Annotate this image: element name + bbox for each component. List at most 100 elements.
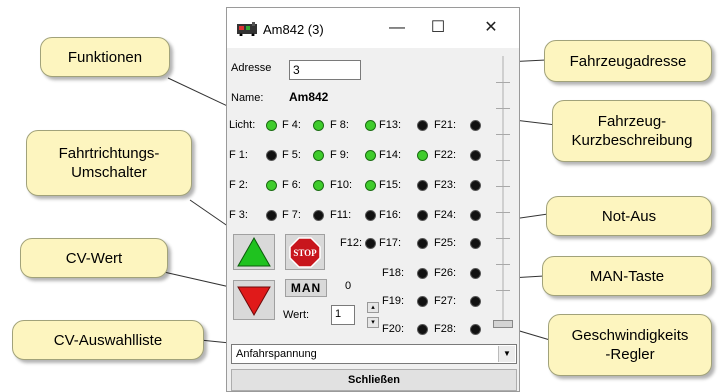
cv-selection-dropdown[interactable]: Anfahrspannung ▼ [231,344,517,364]
function-label: F16: [379,209,402,221]
function-led-f28[interactable] [470,324,481,335]
function-label: F 7: [282,209,301,221]
function-led-f1[interactable] [266,150,277,161]
function-led-f19[interactable] [417,296,428,307]
cv-increment-button[interactable]: ▴ [367,302,379,313]
function-label: F27: [434,295,457,307]
cv-decrement-button[interactable]: ▾ [367,317,379,328]
function-label: F24: [434,209,457,221]
function-label: F12: [340,237,363,249]
callout-man-taste: MAN-Taste [542,256,712,296]
function-led-f8[interactable] [365,120,376,131]
reverse-direction-button[interactable] [233,280,275,320]
red-down-arrow-icon [237,286,271,317]
function-led-f9[interactable] [365,150,376,161]
function-led-f3[interactable] [266,210,277,221]
speed-value: 0 [345,280,352,292]
function-led-f24[interactable] [470,210,481,221]
man-button[interactable]: MAN [285,279,327,297]
function-led-f20[interactable] [417,324,428,335]
function-led-f15[interactable] [417,180,428,191]
locomotive-app-icon [237,22,257,36]
function-led-f12[interactable] [365,238,376,249]
function-led-f4[interactable] [313,120,324,131]
function-led-licht[interactable] [266,120,277,131]
function-led-f10[interactable] [365,180,376,191]
function-label: F 1: [229,149,248,161]
callout-cv-auswahlliste: CV-Auswahlliste [12,320,204,360]
function-label: F 4: [282,119,301,131]
slider-tick [496,134,510,135]
function-label: F13: [379,119,402,131]
emergency-stop-button[interactable]: STOP [285,234,325,270]
function-label: F 8: [330,119,349,131]
vehicle-name: Am842 [289,90,329,104]
function-label: F 5: [282,149,301,161]
function-label: F18: [382,267,405,279]
function-label: F 6: [282,179,301,191]
cv-value-input[interactable]: 1 [331,305,355,325]
function-led-f26[interactable] [470,268,481,279]
function-led-f5[interactable] [313,150,324,161]
function-label: F11: [330,209,352,221]
minimize-button[interactable]: — [379,14,415,42]
callout-fahrzeugadresse: Fahrzeugadresse [544,40,712,82]
function-led-f6[interactable] [313,180,324,191]
window-title: Am842 (3) [263,22,324,37]
function-led-f21[interactable] [470,120,481,131]
stop-sign-text: STOP [293,248,317,258]
slider-tick [496,160,510,161]
slider-tick [496,108,510,109]
function-led-f13[interactable] [417,120,428,131]
dropdown-arrow-icon[interactable]: ▼ [498,346,515,362]
function-label: F21: [434,119,457,131]
function-label: Licht: [229,119,256,131]
function-led-f25[interactable] [470,238,481,249]
function-led-f17[interactable] [417,238,428,249]
function-led-f27[interactable] [470,296,481,307]
function-label: F20: [382,323,405,335]
function-label: F26: [434,267,457,279]
function-led-f11[interactable] [365,210,376,221]
function-label: F14: [379,149,402,161]
forward-direction-button[interactable] [233,234,275,270]
callout-geschwindigkeits-regler: Geschwindigkeits -Regler [548,314,712,376]
callout-fahrtrichtungs-umschalter: Fahrtrichtungs- Umschalter [26,130,192,196]
close-window-button[interactable]: ✕ [473,14,509,42]
function-label: F17: [379,237,402,249]
wert-label: Wert: [283,309,310,321]
callout-cv-wert: CV-Wert [20,238,168,278]
stop-sign-icon: STOP [289,237,321,268]
function-led-f2[interactable] [266,180,277,191]
function-led-f7[interactable] [313,210,324,221]
slider-tick [496,238,510,239]
function-led-f16[interactable] [417,210,428,221]
cv-selected-value: Anfahrspannung [236,348,317,360]
function-label: F 2: [229,179,248,191]
slider-tick [496,212,510,213]
function-led-f14[interactable] [417,150,428,161]
function-led-f23[interactable] [470,180,481,191]
title-bar: Am842 (3) — ☐ ✕ [227,8,519,48]
address-input[interactable]: 3 [289,60,361,80]
callout-funktionen: Funktionen [40,37,170,77]
slider-tick [496,82,510,83]
maximize-button[interactable]: ☐ [420,14,456,42]
callout-fahrzeug-kurzbeschreibung: Fahrzeug- Kurzbeschreibung [552,100,712,162]
slider-tick [496,290,510,291]
function-label: F15: [379,179,402,191]
function-label: F28: [434,323,457,335]
function-label: F19: [382,295,405,307]
function-label: F23: [434,179,457,191]
adresse-label: Adresse [231,62,272,74]
name-label: Name: [231,92,264,104]
speed-slider-thumb[interactable] [493,320,513,328]
function-label: F25: [434,237,457,249]
green-up-arrow-icon [237,236,271,267]
function-label: F10: [330,179,353,191]
function-led-f22[interactable] [470,150,481,161]
speed-slider-track [502,56,504,328]
close-button[interactable]: Schließen [231,369,517,391]
function-led-f18[interactable] [417,268,428,279]
slider-tick [496,264,510,265]
